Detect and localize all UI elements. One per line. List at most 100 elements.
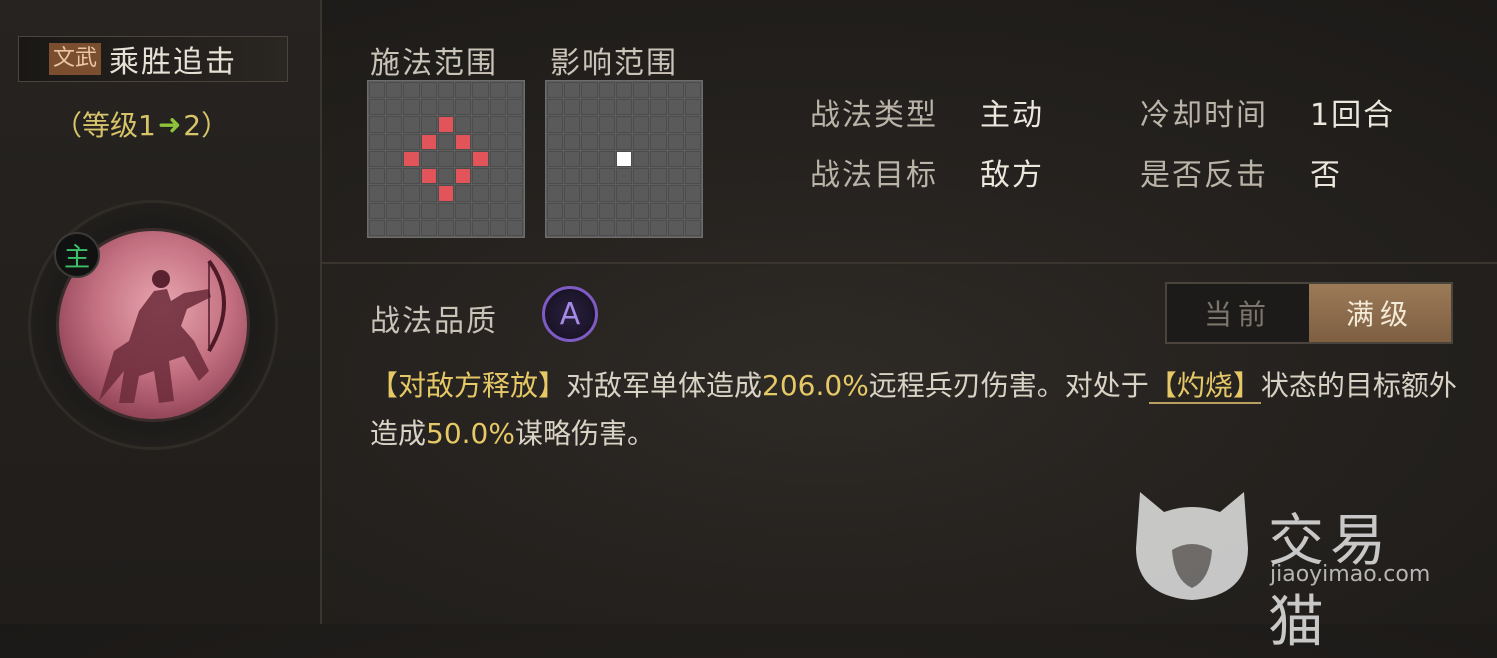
grid-cell — [472, 202, 489, 219]
grid-cell — [615, 185, 633, 202]
grid-cell — [489, 82, 506, 99]
cat-logo-icon — [1136, 492, 1248, 600]
grid-cell — [547, 82, 564, 99]
effect-range-grid — [545, 80, 703, 238]
grid-cell — [684, 82, 701, 99]
desc-burn-status-link[interactable]: 【灼烧】 — [1148, 369, 1261, 404]
grid-cell — [615, 99, 633, 116]
grid-cell — [403, 133, 420, 150]
grid-cell — [489, 219, 506, 236]
grid-cell — [489, 185, 506, 202]
grid-cell — [667, 168, 684, 185]
grid-cell — [650, 185, 667, 202]
grid-cell — [472, 82, 489, 99]
grid-cell — [489, 168, 506, 185]
desc-extra-damage-rate: 50.0% — [426, 417, 515, 450]
grid-cell — [581, 185, 598, 202]
grid-cell — [455, 202, 472, 219]
grid-cell — [684, 150, 701, 168]
arrow-right-icon: ➜ — [157, 107, 182, 141]
grid-cell — [564, 116, 581, 133]
cast-range-label: 施法范围 — [370, 46, 498, 81]
grid-cell — [455, 116, 472, 133]
grid-cell — [369, 133, 386, 150]
grid-cell — [564, 99, 581, 116]
grid-cell — [633, 82, 650, 99]
grid-cell — [667, 185, 684, 202]
grid-cell — [455, 150, 472, 168]
grid-cell — [684, 116, 701, 133]
tactic-type-label: 战法类型 — [810, 98, 938, 133]
grid-cell — [403, 116, 420, 133]
grid-cell — [506, 99, 523, 116]
grid-cell — [386, 185, 403, 202]
grid-cell — [489, 116, 506, 133]
grid-cell — [598, 219, 615, 236]
skill-name: 乘胜追击 — [109, 45, 238, 80]
grid-cell — [437, 202, 455, 219]
grid-cell — [650, 133, 667, 150]
grid-cell — [506, 185, 523, 202]
grid-cell — [437, 219, 455, 236]
toggle-max-level-button[interactable]: 满级 — [1309, 284, 1451, 342]
desc-target-tag: 【对敌方释放】 — [370, 369, 567, 402]
grid-cell — [615, 116, 633, 133]
grid-cell — [633, 116, 650, 133]
grid-cell — [437, 150, 455, 168]
grid-cell — [547, 99, 564, 116]
grid-cell — [650, 219, 667, 236]
grid-cell — [547, 219, 564, 236]
grid-cell — [633, 168, 650, 185]
grid-cell — [506, 133, 523, 150]
desc-text-4: 谋略伤害。 — [514, 417, 655, 450]
grid-cell — [472, 99, 489, 116]
grid-cell — [472, 168, 489, 185]
grid-cell — [598, 185, 615, 202]
grid-cell — [386, 99, 403, 116]
toggle-current-button[interactable]: 当前 — [1167, 284, 1309, 342]
desc-damage-rate: 206.0% — [762, 369, 869, 402]
grid-cell — [684, 219, 701, 236]
grid-cell — [633, 185, 650, 202]
grid-cell — [684, 202, 701, 219]
grid-cell — [684, 168, 701, 185]
grid-cell — [615, 82, 633, 99]
grid-cell — [420, 185, 437, 202]
grid-cell — [386, 133, 403, 150]
desc-text-2: 远程兵刃伤害。对处于 — [868, 369, 1149, 402]
grid-cell — [564, 219, 581, 236]
grid-cell — [547, 202, 564, 219]
grid-cell — [455, 99, 472, 116]
counter-attack-value: 否 — [1310, 158, 1342, 193]
grid-cell — [581, 99, 598, 116]
grid-cell — [403, 219, 420, 236]
grid-cell — [598, 150, 615, 168]
grid-cell — [437, 133, 455, 150]
grid-cell — [633, 133, 650, 150]
grid-cell — [598, 133, 615, 150]
grid-cell — [369, 150, 386, 168]
grid-cell — [581, 116, 598, 133]
grid-cell — [667, 219, 684, 236]
grid-cell — [437, 185, 455, 202]
grid-cell — [386, 82, 403, 99]
skill-side-panel: 文武 乘胜追击 （等级1 ➜ 2） 主 — [0, 0, 322, 624]
grid-cell — [581, 219, 598, 236]
grid-cell — [420, 168, 437, 185]
grid-cell — [633, 219, 650, 236]
level-toggle: 当前 满级 — [1165, 282, 1453, 344]
grid-cell — [472, 185, 489, 202]
grid-cell — [615, 202, 633, 219]
grid-cell — [547, 185, 564, 202]
grid-cell — [650, 82, 667, 99]
grid-cell — [615, 150, 633, 168]
grid-cell — [667, 202, 684, 219]
grid-cell — [455, 219, 472, 236]
grid-cell — [506, 219, 523, 236]
grid-cell — [455, 168, 472, 185]
grid-cell — [472, 219, 489, 236]
grid-cell — [369, 168, 386, 185]
grid-cell — [369, 99, 386, 116]
grid-cell — [581, 202, 598, 219]
grid-cell — [564, 82, 581, 99]
